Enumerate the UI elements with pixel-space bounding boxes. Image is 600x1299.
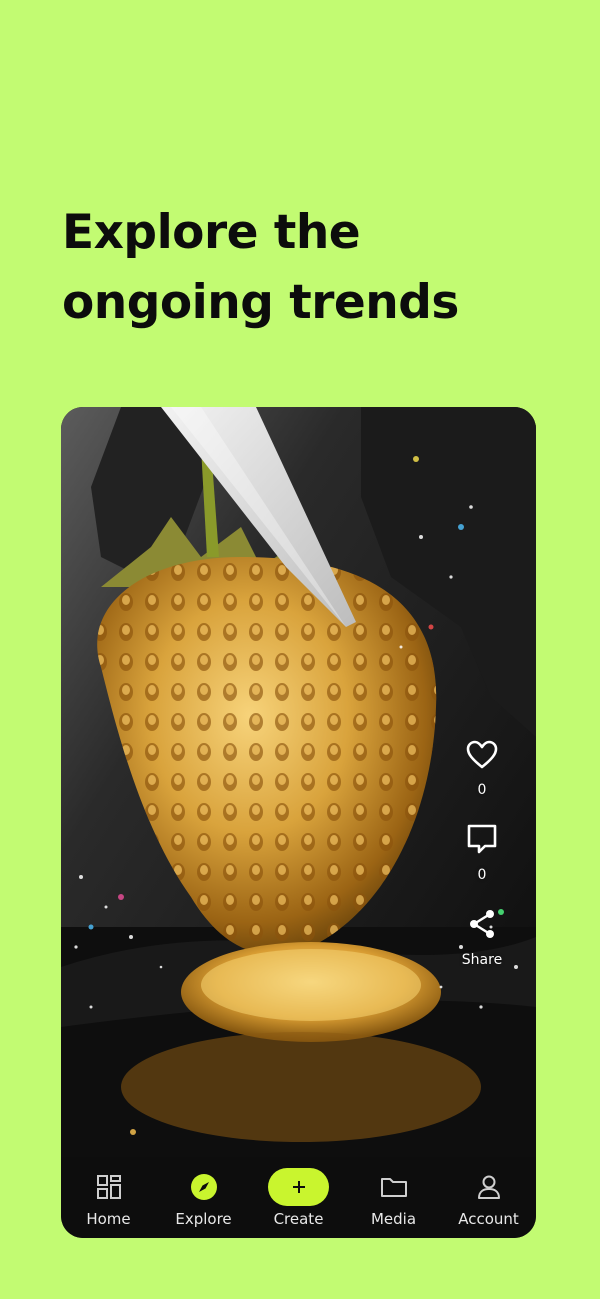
headline-line-1: Explore the xyxy=(62,205,361,260)
page-headline: Explore the ongoing trends xyxy=(62,198,542,338)
comment-action[interactable]: 0 xyxy=(452,823,512,883)
tab-home-label: Home xyxy=(86,1210,131,1228)
phone-mockup: 0 0 Share Home Explore Create Media Acco… xyxy=(61,407,536,1238)
video-action-rail: 0 0 Share xyxy=(452,740,512,993)
headline-line-2: ongoing trends xyxy=(62,275,459,330)
comment-count: 0 xyxy=(477,867,487,883)
tab-create[interactable]: Create xyxy=(251,1157,346,1228)
share-label: Share xyxy=(461,952,503,968)
create-button[interactable] xyxy=(268,1168,329,1206)
heart-icon[interactable] xyxy=(466,740,498,770)
like-count: 0 xyxy=(477,782,487,798)
tab-create-label: Create xyxy=(273,1210,324,1228)
tab-account-label: Account xyxy=(458,1210,519,1228)
share-action[interactable]: Share xyxy=(452,908,512,968)
tab-media-label: Media xyxy=(370,1210,417,1228)
comment-icon[interactable] xyxy=(466,823,498,855)
tab-explore[interactable]: Explore xyxy=(156,1157,251,1228)
tab-home[interactable]: Home xyxy=(61,1157,156,1228)
video-player[interactable]: 0 0 Share xyxy=(61,407,536,1157)
tab-explore-label: Explore xyxy=(175,1210,232,1228)
share-icon[interactable] xyxy=(467,908,497,940)
plus-icon xyxy=(292,1181,305,1193)
like-action[interactable]: 0 xyxy=(452,740,512,798)
bottom-tab-bar: Home Explore Create Media Account xyxy=(61,1157,536,1238)
grid-icon xyxy=(96,1175,121,1199)
compass-icon xyxy=(190,1174,217,1200)
user-icon xyxy=(477,1175,500,1199)
folder-icon xyxy=(380,1178,407,1197)
tab-account[interactable]: Account xyxy=(441,1157,536,1228)
tab-media[interactable]: Media xyxy=(346,1157,441,1228)
